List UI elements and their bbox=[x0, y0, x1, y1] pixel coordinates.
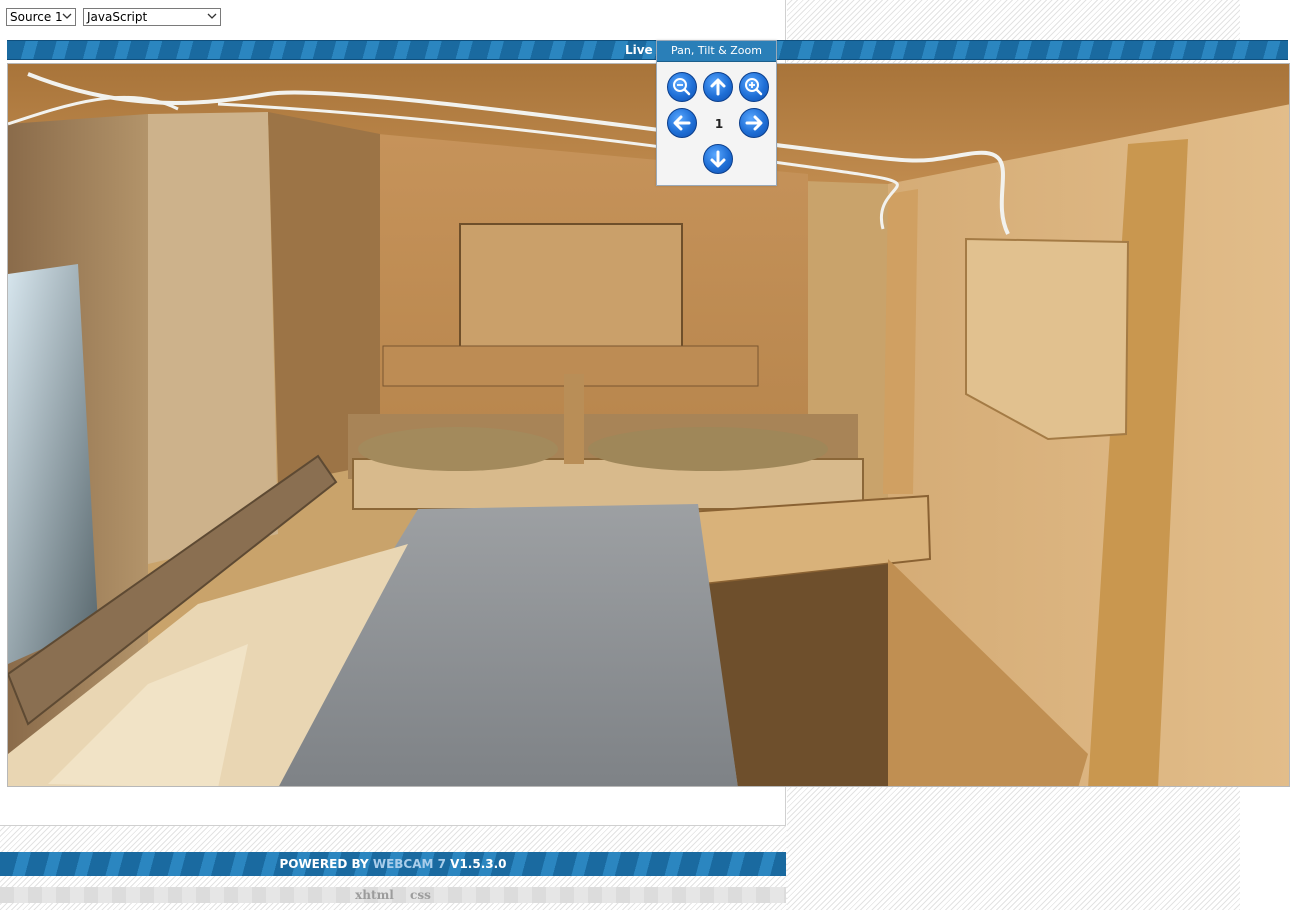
chevron-down-icon bbox=[62, 13, 72, 19]
zoom-level: 1 bbox=[714, 117, 724, 131]
xhtml-link[interactable]: xhtml bbox=[355, 888, 394, 902]
zoom-out-icon bbox=[673, 78, 691, 96]
pan-up-button[interactable] bbox=[703, 72, 733, 102]
ptz-title: Pan, Tilt & Zoom bbox=[657, 41, 776, 62]
arrow-left-icon bbox=[673, 115, 691, 131]
pan-right-button[interactable] bbox=[739, 108, 769, 138]
source-select[interactable]: Source 1 bbox=[6, 8, 76, 26]
camera-image bbox=[8, 64, 1289, 786]
pan-left-button[interactable] bbox=[667, 108, 697, 138]
ptz-panel: Pan, Tilt & Zoom 1 bbox=[656, 40, 777, 186]
live-view-title-bar: Live Vi bbox=[7, 40, 1288, 60]
page: Source 1 JavaScript Live Vi Pan, Tilt & … bbox=[0, 0, 1299, 910]
arrow-down-icon bbox=[710, 150, 726, 168]
renderer-select-value: JavaScript bbox=[87, 10, 148, 24]
arrow-up-icon bbox=[710, 78, 726, 96]
pan-down-button[interactable] bbox=[703, 144, 733, 174]
live-camera-image[interactable] bbox=[7, 63, 1290, 787]
version-label: V1.5.3.0 bbox=[450, 857, 507, 871]
powered-by-label: POWERED BY bbox=[279, 857, 369, 871]
css-link[interactable]: css bbox=[410, 888, 431, 902]
chevron-down-icon bbox=[207, 13, 217, 19]
footer-powered-by: POWERED BY WEBCAM 7 V1.5.3.0 bbox=[0, 852, 786, 876]
footer-validation-links: xhtml css bbox=[0, 887, 786, 903]
renderer-select[interactable]: JavaScript bbox=[83, 8, 221, 26]
zoom-in-icon bbox=[745, 78, 763, 96]
zoom-out-button[interactable] bbox=[667, 72, 697, 102]
arrow-right-icon bbox=[745, 115, 763, 131]
webcam7-link[interactable]: WEBCAM 7 bbox=[373, 857, 446, 871]
source-select-value: Source 1 bbox=[10, 10, 63, 24]
zoom-in-button[interactable] bbox=[739, 72, 769, 102]
